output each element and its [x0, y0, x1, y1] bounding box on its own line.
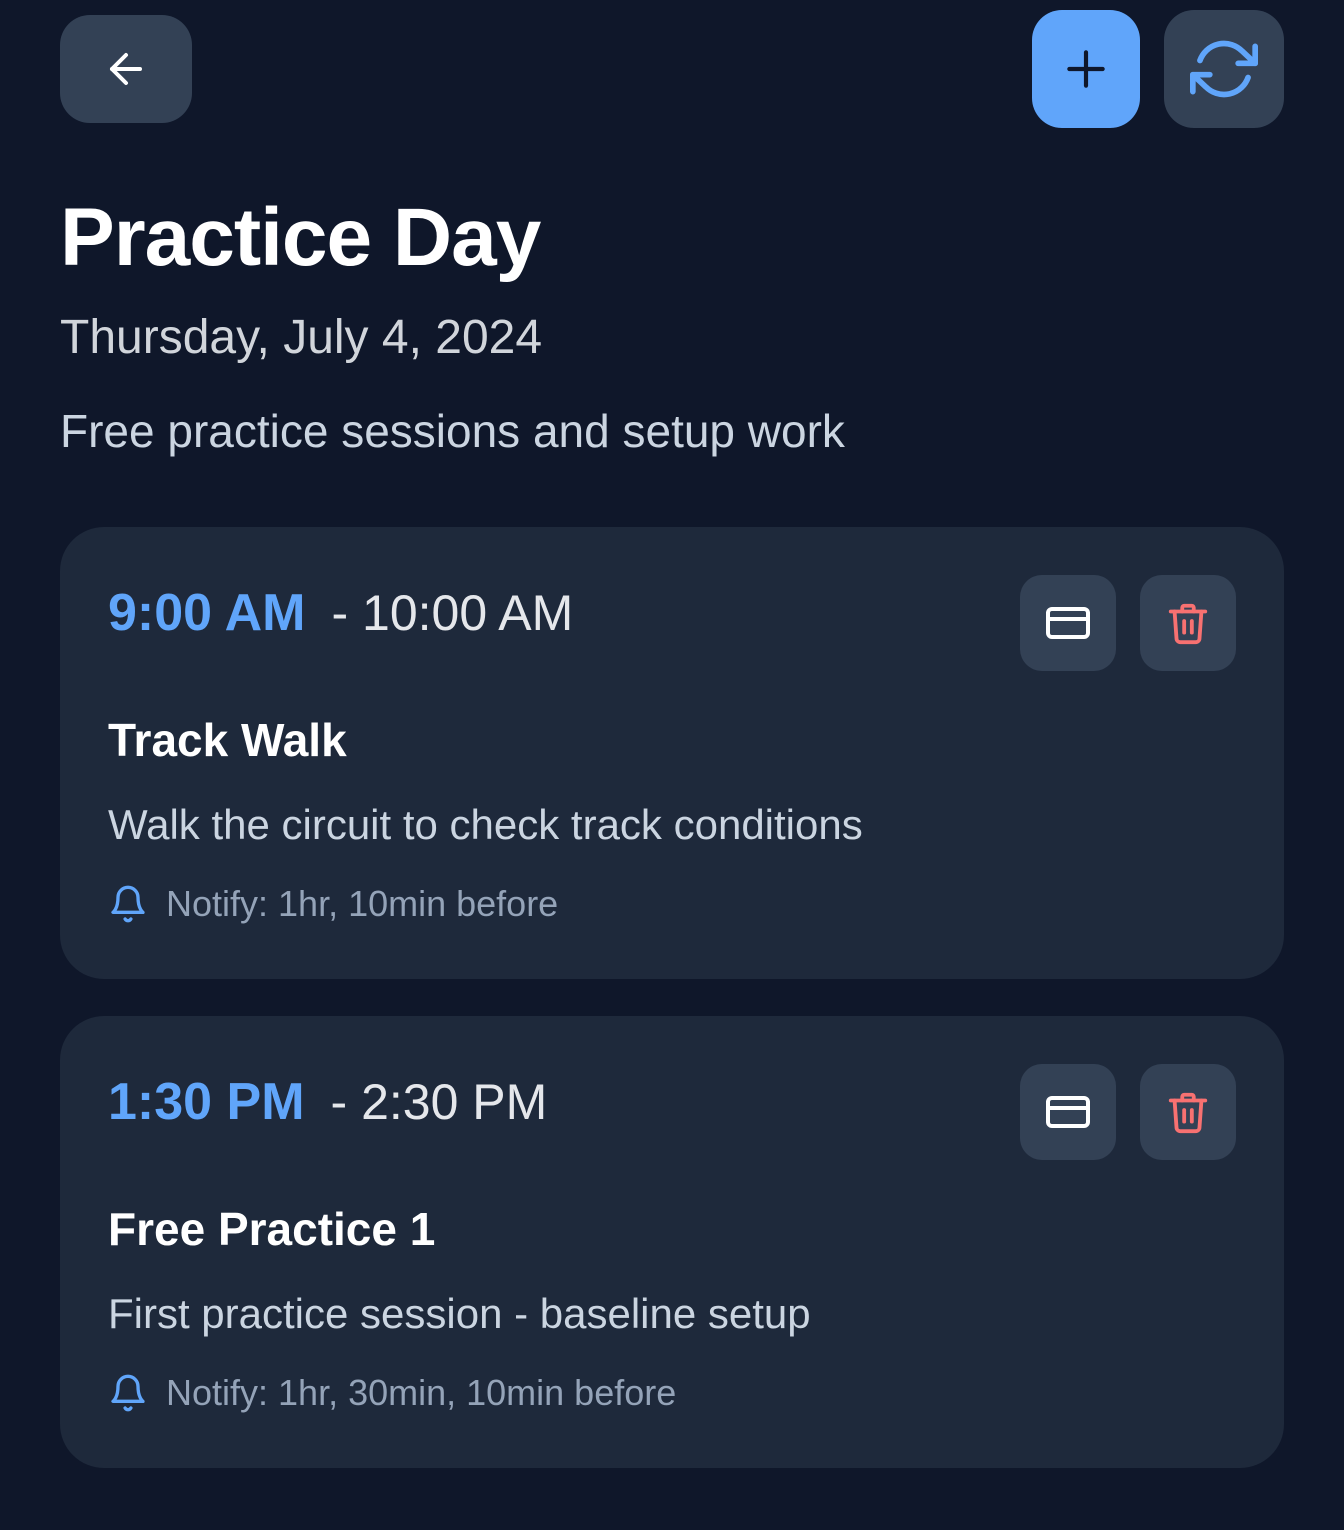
- page-date: Thursday, July 4, 2024: [60, 311, 543, 364]
- event-time: 9:00 AM - 10:00 AM: [108, 583, 573, 643]
- event-description: Walk the circuit to check track conditio…: [108, 801, 863, 848]
- bell-icon: [111, 885, 145, 923]
- event-title: Free Practice 1: [108, 1203, 436, 1255]
- refresh-button[interactable]: [1164, 10, 1284, 128]
- event-card[interactable]: 9:00 AM - 10:00 AM Track Walk Walk the c…: [60, 527, 1284, 979]
- back-button[interactable]: [60, 15, 192, 123]
- refresh-icon: [1190, 40, 1258, 98]
- notify-row: Notify: 1hr, 10min before: [108, 883, 558, 925]
- plus-icon: [1067, 50, 1105, 88]
- delete-event-button[interactable]: [1140, 1064, 1236, 1160]
- bell-icon: [111, 1374, 145, 1412]
- event-card[interactable]: 1:30 PM - 2:30 PM Free Practice 1 First …: [60, 1016, 1284, 1468]
- card-icon: [1046, 1096, 1090, 1128]
- notify-text: Notify: 1hr, 10min before: [166, 883, 559, 924]
- trash-icon: [1168, 603, 1208, 645]
- event-start-time: 1:30 PM: [108, 1073, 305, 1131]
- page-title: Practice Day: [60, 192, 541, 283]
- notify-text: Notify: 1hr, 30min, 10min before: [166, 1372, 677, 1413]
- arrow-left-icon: [110, 53, 142, 85]
- delete-event-button[interactable]: [1140, 575, 1236, 671]
- edit-event-button[interactable]: [1020, 1064, 1116, 1160]
- event-end-time: - 2:30 PM: [330, 1074, 548, 1130]
- notify-row: Notify: 1hr, 30min, 10min before: [108, 1372, 676, 1414]
- page-description: Free practice sessions and setup work: [60, 405, 845, 457]
- add-event-button[interactable]: [1032, 10, 1140, 128]
- event-title: Track Walk: [108, 714, 347, 766]
- event-end-time: - 10:00 AM: [331, 585, 574, 641]
- card-icon: [1046, 607, 1090, 639]
- edit-event-button[interactable]: [1020, 575, 1116, 671]
- event-time: 1:30 PM - 2:30 PM: [108, 1072, 547, 1132]
- event-start-time: 9:00 AM: [108, 584, 306, 642]
- event-description: First practice session - baseline setup: [108, 1290, 811, 1337]
- trash-icon: [1168, 1092, 1208, 1134]
